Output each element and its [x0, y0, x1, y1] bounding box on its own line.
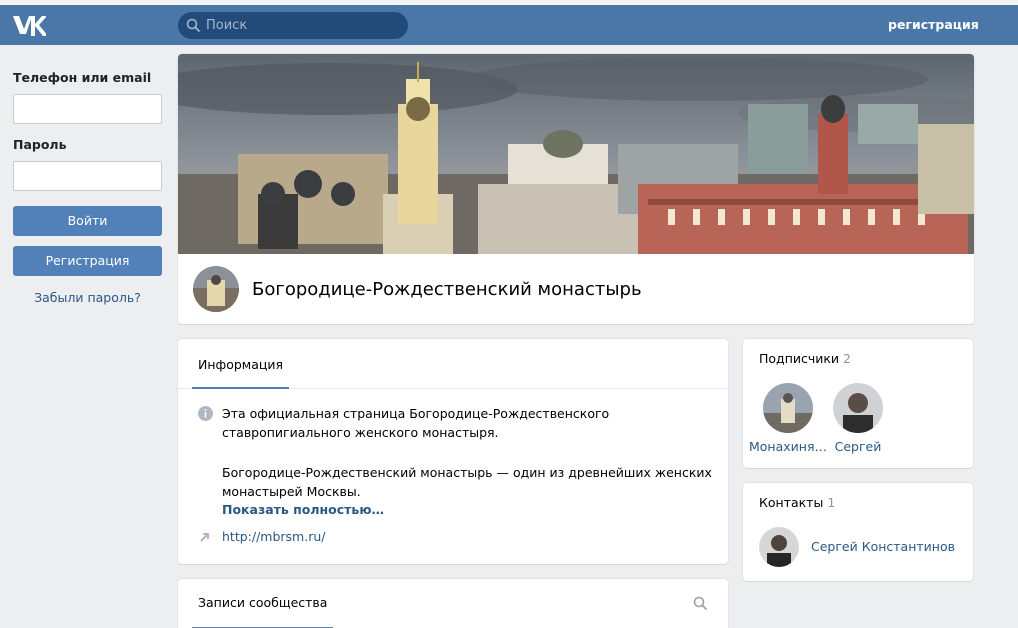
tab-info[interactable]: Информация	[192, 339, 290, 389]
info-icon	[198, 406, 213, 421]
contact-name[interactable]: Сергей Константинов	[811, 539, 955, 554]
search-input[interactable]: Поиск	[178, 12, 408, 39]
contacts-label: Контакты	[759, 495, 824, 510]
contacts-count: 1	[827, 495, 836, 510]
search-icon[interactable]	[693, 596, 708, 611]
phone-label: Телефон или email	[13, 70, 152, 85]
info-description-2: Богородице-Рождественский монастырь — од…	[222, 465, 712, 499]
cover-photo	[178, 54, 974, 254]
subscribers-card: Подписчики 2 Монахиня… Сергей	[743, 339, 973, 468]
search-icon	[186, 18, 201, 33]
subscriber-name: Сергей	[834, 439, 882, 454]
info-description: Эта официальная страница Богородице-Рожд…	[222, 406, 610, 440]
avatar	[763, 383, 813, 433]
register-button[interactable]: Регистрация	[13, 246, 162, 276]
community-header-card: Богородице-Рождественский монастырь	[178, 54, 974, 324]
website-link[interactable]: http://mbrsm.ru/	[222, 529, 325, 544]
tab-posts[interactable]: Записи сообщества	[192, 579, 334, 628]
avatar	[833, 383, 883, 433]
info-card: Информация Эта официальная страница Бого…	[178, 339, 728, 564]
search-placeholder: Поиск	[206, 18, 248, 33]
posts-tab-header: Записи сообщества	[178, 579, 728, 628]
page-title: Богородице-Рождественский монастырь	[252, 279, 642, 300]
password-label: Пароль	[13, 137, 67, 152]
posts-card: Записи сообщества	[178, 579, 728, 628]
forgot-password-link[interactable]: Забыли пароль?	[13, 290, 162, 305]
top-header: Поиск регистрация	[0, 5, 1018, 45]
info-tab-header: Информация	[178, 339, 728, 389]
subscriber-item[interactable]: Сергей	[818, 383, 898, 454]
subscribers-label: Подписчики	[759, 351, 840, 366]
vk-logo-icon[interactable]	[12, 14, 46, 36]
register-link[interactable]: регистрация	[888, 17, 979, 32]
phone-field[interactable]	[13, 94, 162, 124]
contacts-title[interactable]: Контакты 1	[759, 495, 835, 510]
community-avatar[interactable]	[193, 266, 239, 312]
subscriber-name: Монахиня…	[749, 439, 827, 454]
avatar[interactable]	[759, 527, 799, 567]
subscriber-item[interactable]: Монахиня…	[748, 383, 828, 454]
password-field[interactable]	[13, 161, 162, 191]
login-button[interactable]: Войти	[13, 206, 162, 236]
contacts-card: Контакты 1 Сергей Константинов	[743, 483, 973, 581]
subscribers-count: 2	[843, 351, 851, 366]
subscribers-title[interactable]: Подписчики 2	[759, 351, 851, 366]
login-panel: Телефон или email Пароль Войти Регистрац…	[13, 70, 162, 305]
show-more-link[interactable]: Показать полностью…	[222, 502, 384, 517]
link-icon	[200, 533, 209, 542]
